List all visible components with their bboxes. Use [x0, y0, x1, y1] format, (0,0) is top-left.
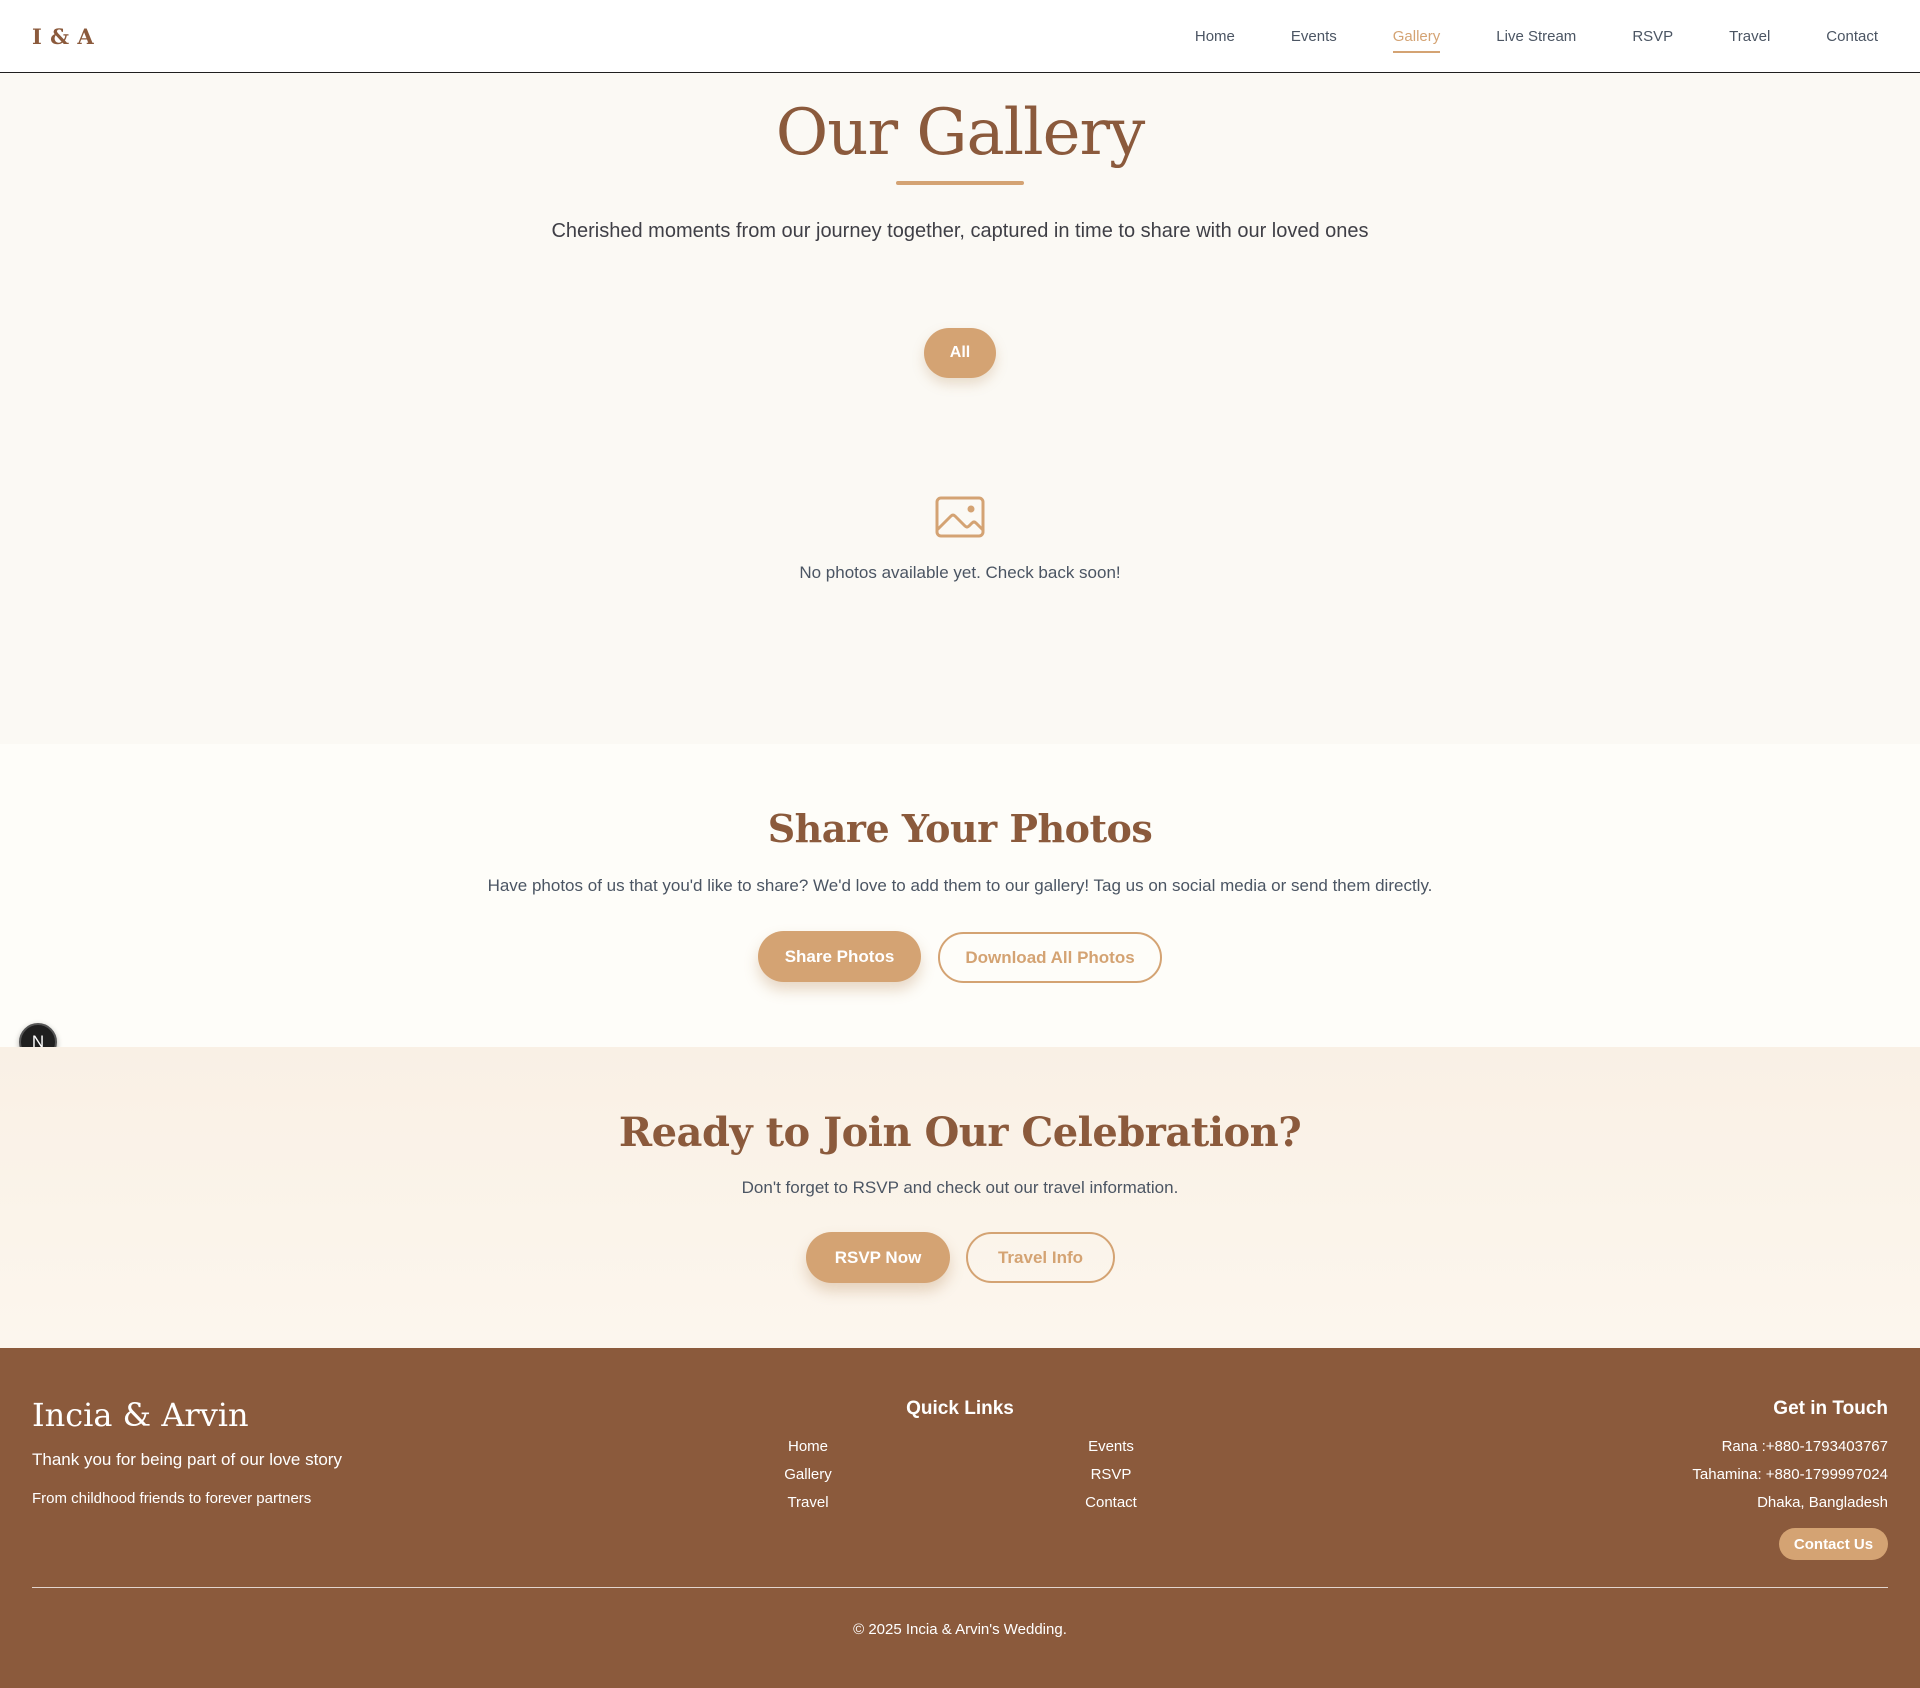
contact-location: Dhaka, Bangladesh	[1757, 1494, 1888, 1511]
share-title: Share Your Photos	[767, 806, 1153, 851]
footer-link-gallery[interactable]: Gallery	[748, 1466, 868, 1483]
share-photos-section: Share Your Photos Have photos of us that…	[0, 744, 1920, 1047]
footer-link-travel[interactable]: Travel	[748, 1494, 868, 1511]
contact-phone-tahamina: Tahamina: +880-1799997024	[1692, 1466, 1888, 1483]
nav-link-events[interactable]: Events	[1291, 22, 1337, 51]
footer: Incia & Arvin Thank you for being part o…	[0, 1348, 1920, 1688]
travel-info-button[interactable]: Travel Info	[966, 1232, 1115, 1283]
cta-section: Ready to Join Our Celebration? Don't for…	[0, 1047, 1920, 1348]
nav-link-contact[interactable]: Contact	[1826, 22, 1878, 51]
quick-links-title: Quick Links	[906, 1398, 1014, 1419]
share-description: Have photos of us that you'd like to sha…	[487, 876, 1433, 895]
nav-link-travel[interactable]: Travel	[1729, 22, 1770, 51]
footer-link-events[interactable]: Events	[1051, 1438, 1171, 1455]
download-all-photos-button[interactable]: Download All Photos	[938, 932, 1162, 983]
contact-phone-rana: Rana :+880-1793403767	[1721, 1438, 1888, 1455]
footer-link-rsvp[interactable]: RSVP	[1051, 1466, 1171, 1483]
footer-link-contact[interactable]: Contact	[1051, 1494, 1171, 1511]
footer-link-home[interactable]: Home	[748, 1438, 868, 1455]
filter-all-button[interactable]: All	[924, 328, 996, 378]
nav-link-live-stream[interactable]: Live Stream	[1496, 22, 1576, 51]
nav-link-rsvp[interactable]: RSVP	[1632, 22, 1673, 51]
site-logo[interactable]: I & A	[32, 24, 94, 49]
copyright: © 2025 Incia & Arvin's Wedding.	[853, 1621, 1067, 1638]
empty-state-message: No photos available yet. Check back soon…	[799, 563, 1121, 582]
nav-links: Home Events Gallery Live Stream RSVP Tra…	[1139, 0, 1878, 73]
nav-link-home[interactable]: Home	[1195, 22, 1235, 51]
image-icon	[935, 496, 985, 538]
footer-divider	[32, 1587, 1888, 1588]
contact-us-button[interactable]: Contact Us	[1779, 1528, 1888, 1560]
cta-title: Ready to Join Our Celebration?	[618, 1109, 1302, 1156]
footer-subtext: From childhood friends to forever partne…	[32, 1490, 312, 1507]
gallery-section: Our Gallery Cherished moments from our j…	[0, 74, 1920, 744]
title-underline	[896, 181, 1024, 185]
nav-link-gallery[interactable]: Gallery	[1392, 22, 1440, 53]
get-in-touch-title: Get in Touch	[1773, 1398, 1888, 1419]
rsvp-now-button[interactable]: RSVP Now	[806, 1232, 950, 1283]
top-navigation: I & A Home Events Gallery Live Stream RS…	[0, 0, 1920, 73]
share-photos-button[interactable]: Share Photos	[758, 931, 921, 982]
cta-description: Don't forget to RSVP and check out our t…	[741, 1178, 1179, 1197]
page-title: Our Gallery	[775, 96, 1145, 170]
footer-tagline: Thank you for being part of our love sto…	[32, 1450, 342, 1469]
gallery-subtitle: Cherished moments from our journey toget…	[551, 220, 1369, 242]
